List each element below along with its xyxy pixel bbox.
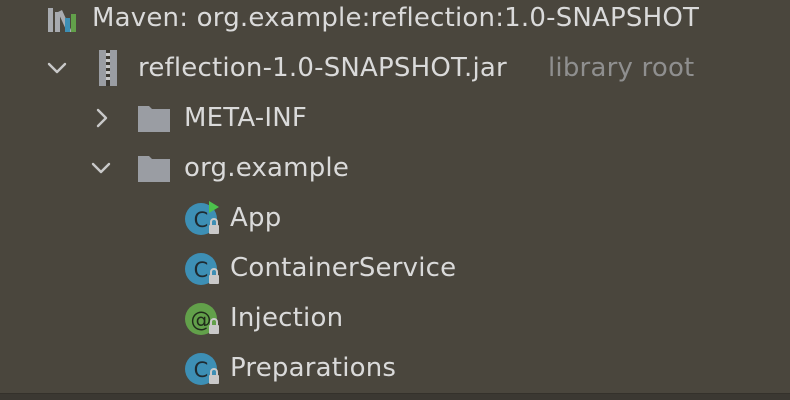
jar-label: reflection-1.0-SNAPSHOT.jar (138, 53, 507, 83)
tree-row-meta-inf[interactable]: META-INF (0, 94, 790, 142)
svg-text:@: @ (191, 308, 212, 332)
library-root-hint: library root (548, 53, 695, 83)
maven-library-label: Maven: org.example:reflection:1.0-SNAPSH… (92, 3, 700, 33)
folder-label-org-example: org.example (184, 153, 350, 183)
class-icon: C (182, 348, 222, 388)
tree-row-annotation-injection[interactable]: @ Injection (0, 294, 790, 342)
tree-row-class-app[interactable]: C App (0, 194, 790, 242)
folder-label-meta-inf: META-INF (184, 103, 307, 133)
class-icon: C (182, 248, 222, 288)
class-label-containerservice: ContainerService (230, 253, 457, 283)
class-runnable-icon: C (182, 198, 222, 238)
svg-text:C: C (194, 358, 209, 382)
jar-archive-icon (88, 48, 128, 88)
maven-library-icon (42, 0, 82, 38)
horizontal-divider (0, 393, 790, 400)
annotation-icon: @ (182, 298, 222, 338)
class-label-injection: Injection (230, 303, 344, 333)
folder-icon (134, 148, 174, 188)
class-label-preparations: Preparations (230, 353, 397, 383)
tree-row-jar[interactable]: reflection-1.0-SNAPSHOT.jar library root (0, 44, 790, 92)
tree-row-org-example[interactable]: org.example (0, 144, 790, 192)
chevron-right-icon[interactable] (88, 105, 114, 131)
tree-row-maven-library[interactable]: Maven: org.example:reflection:1.0-SNAPSH… (0, 0, 790, 42)
svg-text:C: C (194, 258, 209, 282)
project-tree: Maven: org.example:reflection:1.0-SNAPSH… (0, 0, 790, 394)
tree-row-class-containerservice[interactable]: C ContainerService (0, 244, 790, 292)
chevron-down-icon[interactable] (88, 155, 114, 181)
chevron-down-icon[interactable] (44, 55, 70, 81)
svg-text:C: C (194, 208, 209, 232)
folder-icon (134, 98, 174, 138)
class-label-app: App (230, 203, 282, 233)
tree-row-class-preparations[interactable]: C Preparations (0, 344, 790, 392)
